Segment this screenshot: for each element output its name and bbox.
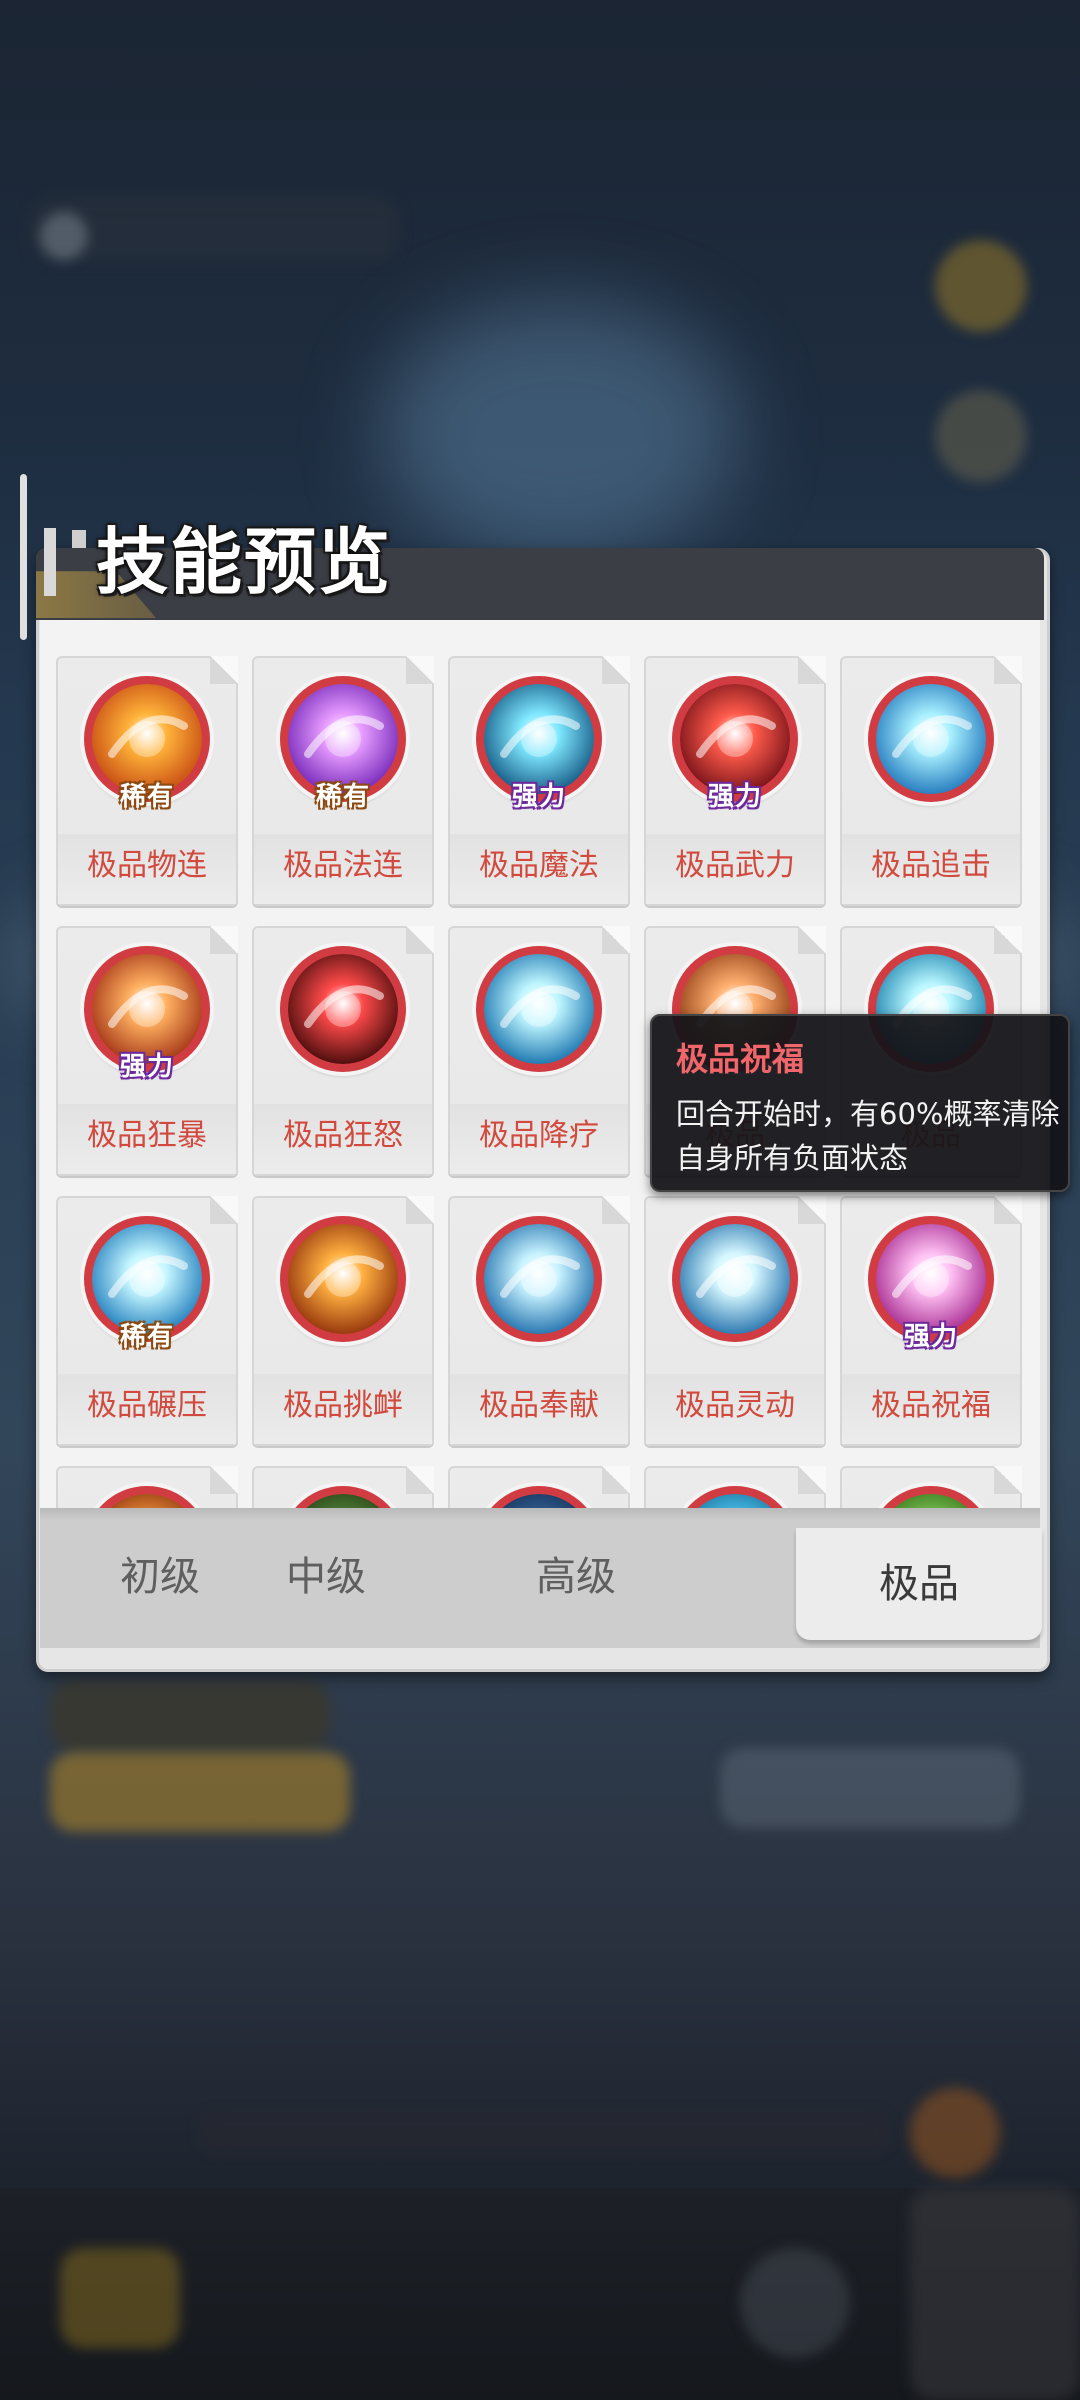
skill-card[interactable]: 强力 极品武力: [644, 656, 826, 906]
partial-icon: [484, 1494, 594, 1508]
demon-face-icon: [288, 954, 398, 1064]
skill-card[interactable]: 极品奉献: [448, 1196, 630, 1446]
skill-icon-frame: [672, 1216, 798, 1342]
skill-icon-frame: [84, 1486, 210, 1508]
skill-icon-frame: [280, 1216, 406, 1342]
skill-card[interactable]: [56, 1466, 238, 1508]
skill-icon-frame: [476, 946, 602, 1072]
skill-icon-frame: [280, 946, 406, 1072]
spirit-rise-icon: [484, 1224, 594, 1334]
partial-icon: [92, 1494, 202, 1508]
skill-card[interactable]: 极品挑衅: [252, 1196, 434, 1446]
rarity-badge: 强力: [903, 1322, 959, 1352]
skill-card[interactable]: 稀有 极品物连: [56, 656, 238, 906]
title-marker-small: [72, 530, 86, 548]
skill-name: 极品灵动: [675, 1388, 795, 1423]
skill-icon-frame: [280, 1486, 406, 1508]
tier-tab-bar: 初级 中级 高级 极品: [40, 1508, 1042, 1648]
flame-beast-icon: [288, 1224, 398, 1334]
scroll-indicator[interactable]: [20, 474, 27, 640]
skill-name: 极品魔法: [479, 848, 599, 883]
skill-tooltip: 极品祝福 回合开始时，有60%概率清除自身所有负面状态: [650, 1014, 1070, 1192]
partial-icon: [680, 1494, 790, 1508]
tab-premium[interactable]: 极品: [796, 1528, 1042, 1640]
page-title: 技能预览: [96, 520, 393, 604]
down-arrow-icon: [484, 954, 594, 1064]
skill-icon-frame: [476, 1486, 602, 1508]
skill-icon-frame: [672, 1486, 798, 1508]
slash-icon: [876, 684, 986, 794]
skill-card[interactable]: 稀有 极品法连: [252, 656, 434, 906]
skill-icon-frame: [868, 1486, 994, 1508]
skill-card[interactable]: 极品降疗: [448, 926, 630, 1176]
skill-card[interactable]: [644, 1466, 826, 1508]
rarity-badge: 强力: [707, 782, 763, 812]
rarity-badge: 强力: [119, 1052, 175, 1082]
skill-name: 极品奉献: [479, 1388, 599, 1423]
title-marker: [44, 528, 56, 596]
skill-name: 极品降疗: [479, 1118, 599, 1153]
dash-icon: [680, 1224, 790, 1334]
skill-card[interactable]: 稀有 极品碾压: [56, 1196, 238, 1446]
skill-name: 极品法连: [283, 848, 403, 883]
skill-name: 极品追击: [871, 848, 991, 883]
tab-advanced[interactable]: 高级: [456, 1536, 696, 1618]
rarity-badge: 强力: [511, 782, 567, 812]
tab-intermediate[interactable]: 中级: [206, 1536, 446, 1618]
skill-name: 极品挑衅: [283, 1388, 403, 1423]
skill-name: 极品物连: [87, 848, 207, 883]
skill-card[interactable]: 极品追击: [840, 656, 1022, 906]
rarity-badge: 稀有: [119, 782, 175, 812]
skill-name: 极品狂暴: [87, 1118, 207, 1153]
skill-card[interactable]: 强力 极品魔法: [448, 656, 630, 906]
partial-icon: [876, 1494, 986, 1508]
skill-card[interactable]: 极品狂怒: [252, 926, 434, 1176]
skill-icon-frame: [868, 676, 994, 802]
skill-card[interactable]: 极品灵动: [644, 1196, 826, 1446]
bottom-nav-bar: [0, 2188, 1080, 2400]
skill-icon-frame: [476, 1216, 602, 1342]
skill-name: 极品狂怒: [283, 1118, 403, 1153]
rarity-badge: 稀有: [119, 1322, 175, 1352]
tooltip-title: 极品祝福: [676, 1040, 805, 1078]
tab-bar-shadow: [40, 1508, 1040, 1520]
skill-name: 极品武力: [675, 848, 795, 883]
skill-card[interactable]: 强力 极品狂暴: [56, 926, 238, 1176]
skill-card[interactable]: 强力 极品祝福: [840, 1196, 1022, 1446]
skill-name: 极品祝福: [871, 1388, 991, 1423]
partial-icon: [288, 1494, 398, 1508]
skill-card[interactable]: [840, 1466, 1022, 1508]
tooltip-description: 回合开始时，有60%概率清除自身所有负面状态: [676, 1097, 1060, 1175]
skill-card[interactable]: [448, 1466, 630, 1508]
skill-card[interactable]: [252, 1466, 434, 1508]
skill-name: 极品碾压: [87, 1388, 207, 1423]
rarity-badge: 稀有: [315, 782, 371, 812]
